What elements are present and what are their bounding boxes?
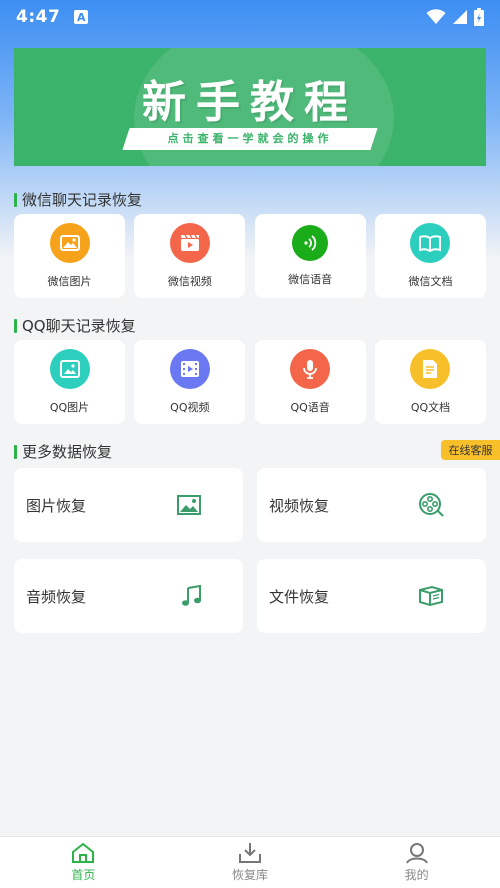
qq-image-label: QQ图片 [49, 401, 90, 414]
music-note-icon [181, 585, 201, 607]
qq-document-label: QQ文档 [410, 401, 451, 414]
nav-recovery-library[interactable]: 恢复库 [167, 837, 334, 888]
qq-section-title: QQ聊天记录恢复 [14, 315, 136, 336]
online-service-button[interactable]: 在线客服 [441, 440, 500, 460]
wechat-image-label: 微信图片 [47, 275, 92, 288]
banner-title: 新手教程 [142, 77, 358, 128]
qq-video-label: QQ视频 [170, 401, 210, 414]
picture-icon [177, 495, 201, 515]
wifi-icon [426, 9, 446, 24]
video-clapper-icon [169, 223, 210, 263]
qq-voice-card[interactable]: QQ语音 [254, 340, 366, 424]
nav-profile-label: 我的 [404, 868, 429, 882]
wechat-document-label: 微信文档 [408, 275, 453, 288]
wechat-section-label: 微信聊天记录恢复 [22, 191, 143, 209]
wechat-video-label: 微信视频 [167, 275, 212, 288]
file-recovery-label: 文件恢复 [269, 587, 330, 606]
wechat-voice-label: 微信语音 [288, 273, 333, 286]
qq-grid: QQ图片 QQ视频 QQ语音 QQ文档 [14, 340, 486, 424]
nav-profile[interactable]: 我的 [333, 837, 500, 888]
nav-home-label: 首页 [71, 868, 96, 882]
wechat-voice-card[interactable]: 微信语音 [254, 214, 366, 298]
home-icon [72, 842, 95, 863]
video-recovery-card[interactable]: 视频恢复 [257, 468, 486, 542]
section-marker [14, 444, 17, 459]
more-section-label: 更多数据恢复 [22, 443, 113, 461]
qq-voice-label: QQ语音 [290, 401, 330, 414]
section-marker [14, 192, 17, 207]
notification-a-icon: A [74, 10, 89, 24]
file-box-icon [418, 585, 444, 607]
nav-recovery-library-label: 恢复库 [232, 868, 269, 882]
picture-recovery-card[interactable]: 图片恢复 [14, 468, 243, 542]
document-icon [410, 349, 451, 389]
banner-subtitle: 点击查看一学就会的操作 [167, 132, 333, 145]
image-icon [49, 349, 90, 389]
nav-home[interactable]: 首页 [0, 837, 167, 888]
qq-video-card[interactable]: QQ视频 [134, 340, 246, 424]
download-tray-icon [239, 843, 261, 863]
more-section-title: 更多数据恢复 [14, 441, 112, 462]
film-icon [169, 349, 210, 389]
image-icon [49, 223, 90, 263]
battery-icon [474, 8, 484, 26]
section-marker [14, 318, 17, 333]
bottom-navigation: 首页 恢复库 我的 [0, 836, 500, 888]
wechat-section-title: 微信聊天记录恢复 [14, 189, 142, 210]
voice-icon [292, 225, 329, 261]
wechat-video-card[interactable]: 微信视频 [134, 214, 246, 298]
audio-recovery-label: 音频恢复 [26, 587, 87, 606]
qq-image-card[interactable]: QQ图片 [14, 340, 125, 424]
signal-icon [453, 10, 467, 24]
user-icon [405, 843, 428, 864]
wechat-document-card[interactable]: 微信文档 [374, 214, 486, 298]
video-recovery-label: 视频恢复 [269, 496, 330, 515]
status-bar: 4:47 A [0, 0, 500, 34]
audio-recovery-card[interactable]: 音频恢复 [14, 559, 243, 633]
qq-section-label: QQ聊天记录恢复 [22, 317, 136, 335]
file-recovery-card[interactable]: 文件恢复 [257, 559, 486, 633]
wechat-image-card[interactable]: 微信图片 [14, 214, 125, 298]
tutorial-banner[interactable]: 新手教程 点击查看一学就会的操作 [14, 48, 486, 166]
book-icon [410, 223, 451, 263]
picture-recovery-label: 图片恢复 [26, 496, 87, 515]
status-icons [426, 8, 484, 26]
status-time: 4:47 [16, 7, 61, 27]
film-reel-icon [418, 492, 444, 518]
microphone-icon [290, 349, 331, 389]
wechat-grid: 微信图片 微信视频 微信语音 微信文档 [14, 214, 486, 298]
qq-document-card[interactable]: QQ文档 [374, 340, 486, 424]
